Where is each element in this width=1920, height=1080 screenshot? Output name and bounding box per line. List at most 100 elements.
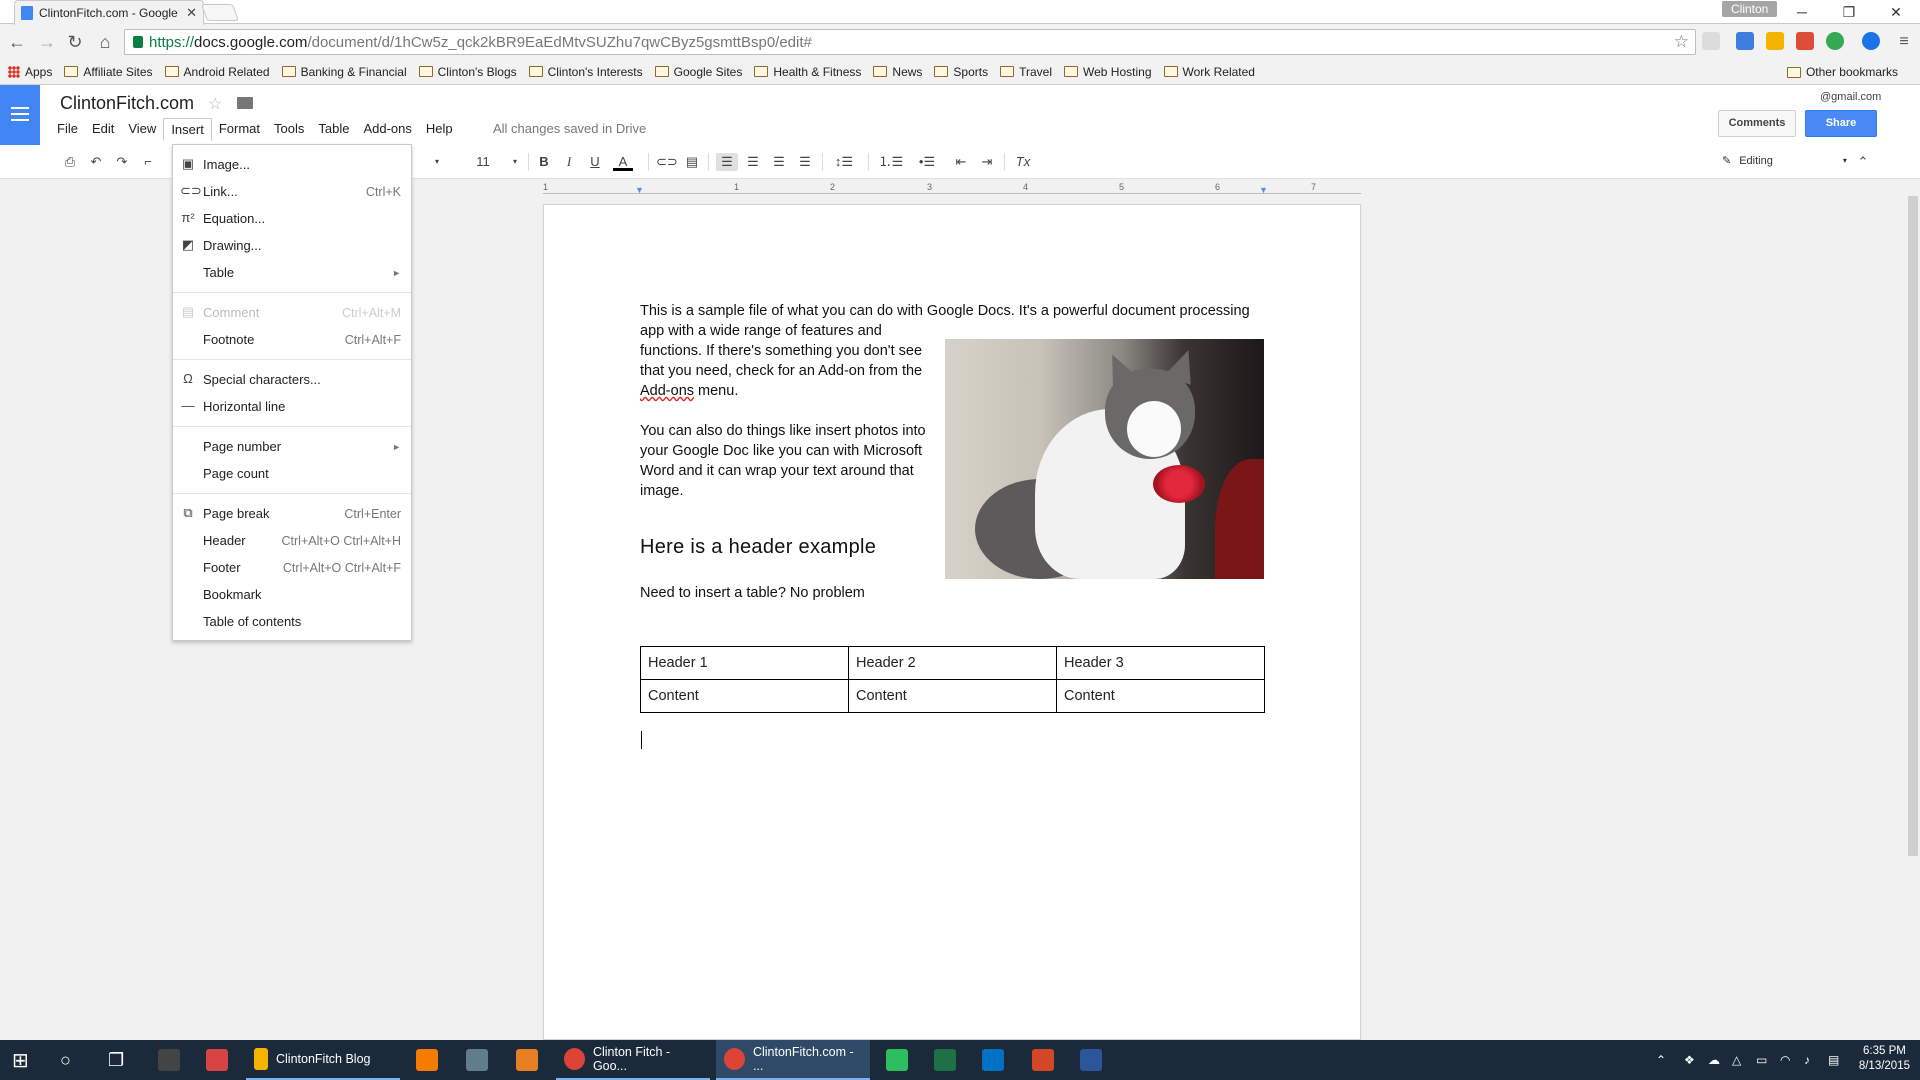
paragraph[interactable]: This is a sample file of what you can do… [640, 301, 1260, 321]
bell-icon[interactable] [1702, 32, 1720, 50]
menu-item-table[interactable]: Table ► [173, 259, 411, 286]
document-table[interactable]: Header 1 Header 2 Header 3 Content Conte… [640, 646, 1265, 713]
numbered-list-icon[interactable]: ⒈☰ [876, 153, 906, 171]
align-right-icon[interactable]: ☰ [770, 153, 788, 171]
italic-icon[interactable]: I [561, 153, 577, 171]
evernote-icon[interactable] [886, 1040, 916, 1080]
menu-item-footnote[interactable]: Footnote Ctrl+Alt+F [173, 326, 411, 353]
menu-item-table-of-contents[interactable]: Table of contents [173, 608, 411, 635]
chrome-menu-icon[interactable]: ≡ [1893, 31, 1915, 53]
account-email[interactable]: @gmail.com [1820, 91, 1881, 103]
taskbar-item-chrome-2[interactable]: ClintonFitch.com - ... [716, 1040, 870, 1080]
vertical-scrollbar[interactable] [1908, 196, 1918, 856]
battery-icon[interactable]: ▭ [1756, 1040, 1767, 1080]
comment-icon[interactable]: ▤ [684, 153, 700, 171]
bookmark-folder[interactable]: Affiliate Sites [64, 65, 153, 79]
forward-icon[interactable]: → [36, 31, 58, 53]
increase-indent-icon[interactable]: ⇥ [978, 153, 996, 171]
tab-close-icon[interactable]: ✕ [186, 5, 197, 21]
gplus-extension-icon[interactable] [1796, 32, 1814, 50]
menu-item-header[interactable]: Header Ctrl+Alt+O Ctrl+Alt+H [173, 527, 411, 554]
task-view-icon[interactable]: ❐ [108, 1040, 124, 1080]
taskbar-item-blog[interactable]: ClintonFitch Blog [246, 1040, 400, 1080]
bookmark-apps[interactable]: Apps [8, 65, 52, 79]
network-app-icon[interactable] [516, 1040, 546, 1080]
justify-icon[interactable]: ☰ [796, 153, 814, 171]
left-indent-marker-icon[interactable]: ▼ [635, 185, 644, 195]
menu-item-link[interactable]: ⊂⊃ Link... Ctrl+K [173, 178, 411, 205]
align-center-icon[interactable]: ☰ [744, 153, 762, 171]
menu-file[interactable]: File [50, 118, 85, 141]
star-icon[interactable]: ☆ [208, 94, 222, 114]
bookmark-folder[interactable]: Work Related [1163, 65, 1255, 79]
tray-chevron-icon[interactable]: ⌃ [1656, 1040, 1666, 1080]
outlook-icon[interactable] [982, 1040, 1012, 1080]
browser-tab[interactable]: ClintonFitch.com - Google ✕ [14, 0, 204, 25]
ruler[interactable]: 1 1 2 3 4 5 6 7 ▼ ▼ [543, 182, 1361, 196]
decrease-indent-icon[interactable]: ⇤ [952, 153, 970, 171]
bookmark-folder[interactable]: Web Hosting [1064, 65, 1152, 79]
taskbar-item-chrome-1[interactable]: Clinton Fitch - Goo... [556, 1040, 710, 1080]
table-cell[interactable]: Header 3 [1056, 646, 1265, 680]
new-tab-button[interactable] [200, 4, 240, 21]
share-button[interactable]: Share [1805, 110, 1877, 137]
text-color-icon[interactable]: A [613, 153, 633, 171]
bookmark-folder[interactable]: Google Sites [654, 65, 742, 79]
sync-extension-icon[interactable] [1862, 32, 1880, 50]
menu-item-image[interactable]: ▣ Image... [173, 151, 411, 178]
print-icon[interactable]: ⎙ [62, 153, 78, 171]
powerpoint-icon[interactable] [1032, 1040, 1062, 1080]
table-cell[interactable]: Content [848, 679, 1057, 713]
home-icon[interactable]: ⌂ [94, 31, 116, 53]
menu-item-drawing[interactable]: ◩ Drawing... [173, 232, 411, 259]
font-dropdown-arrow-icon[interactable]: ▾ [432, 153, 442, 171]
collapse-toolbar-icon[interactable]: ⌃ [1854, 153, 1872, 171]
line-spacing-icon[interactable]: ↕☰ [830, 153, 858, 171]
dropbox-icon[interactable]: ❖ [1684, 1040, 1695, 1080]
bulleted-list-icon[interactable]: •☰ [912, 153, 942, 171]
excel-icon[interactable] [934, 1040, 964, 1080]
cloud-icon[interactable]: ☁ [1708, 1040, 1720, 1080]
reload-icon[interactable]: ↻ [64, 31, 86, 53]
sublime-icon[interactable] [416, 1040, 446, 1080]
volume-icon[interactable]: ♪ [1804, 1040, 1810, 1080]
paint-format-icon[interactable]: ⌐ [140, 153, 156, 171]
other-bookmarks[interactable]: Other bookmarks [1786, 65, 1898, 79]
document-heading[interactable]: Here is a header example [640, 536, 876, 559]
bookmark-folder[interactable]: Health & Fitness [754, 65, 861, 79]
paragraph[interactable]: Need to insert a table? No problem [640, 583, 930, 603]
taskbar-app-icon[interactable] [158, 1040, 188, 1080]
drive-icon[interactable]: △ [1732, 1040, 1741, 1080]
menu-insert[interactable]: Insert [163, 118, 212, 141]
profile-button[interactable]: Clinton [1722, 1, 1778, 17]
bookmark-folder[interactable]: Sports [934, 65, 988, 79]
back-icon[interactable]: ← [6, 31, 28, 53]
table-cell[interactable]: Content [1056, 679, 1265, 713]
menu-view[interactable]: View [121, 118, 163, 141]
menu-item-special-characters[interactable]: Ω Special characters... [173, 366, 411, 393]
document-page[interactable]: This is a sample file of what you can do… [543, 204, 1361, 1040]
clock[interactable]: 6:35 PM 8/13/2015 [1859, 1044, 1910, 1074]
clear-formatting-icon[interactable]: Tx [1014, 153, 1032, 171]
folder-icon[interactable] [237, 97, 253, 109]
menu-edit[interactable]: Edit [85, 118, 121, 141]
restore-icon[interactable]: ❐ [1834, 1, 1864, 23]
menu-item-footer[interactable]: Footer Ctrl+Alt+O Ctrl+Alt+F [173, 554, 411, 581]
underline-icon[interactable]: U [587, 153, 603, 171]
menu-item-equation[interactable]: π² Equation... [173, 205, 411, 232]
bookmark-folder[interactable]: Banking & Financial [281, 65, 407, 79]
bookmark-star-icon[interactable]: ☆ [1674, 32, 1689, 52]
paragraph[interactable]: You can also do things like insert photo… [640, 421, 930, 501]
store-icon[interactable] [206, 1040, 236, 1080]
bold-icon[interactable]: B [536, 153, 552, 171]
drive-extension-icon[interactable] [1766, 32, 1784, 50]
menu-item-page-count[interactable]: Page count [173, 460, 411, 487]
save-status[interactable]: All changes saved in Drive [493, 121, 646, 136]
redo-icon[interactable]: ↷ [114, 153, 130, 171]
cat-photo-image[interactable] [945, 339, 1264, 579]
link-icon[interactable]: ⊂⊃ [656, 153, 678, 171]
document-title[interactable]: ClintonFitch.com [60, 93, 194, 114]
bookmark-folder[interactable]: Travel [1000, 65, 1052, 79]
undo-icon[interactable]: ↶ [88, 153, 104, 171]
menu-help[interactable]: Help [419, 118, 460, 141]
